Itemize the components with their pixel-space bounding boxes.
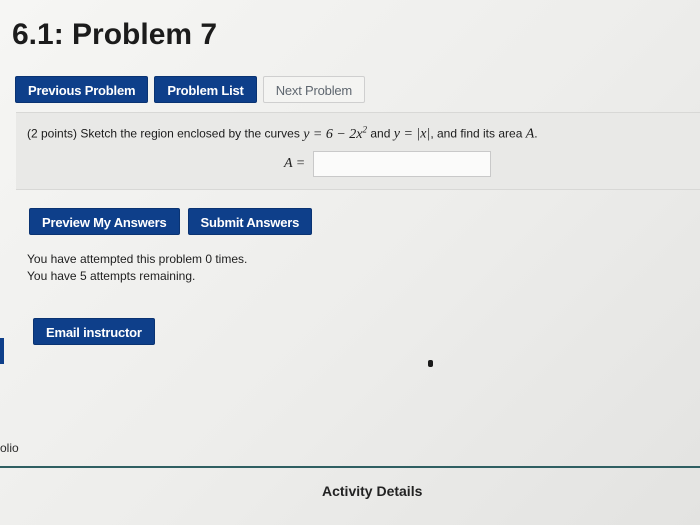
area-variable: A <box>525 126 535 142</box>
mouse-cursor-dot <box>428 360 433 367</box>
attempted-count-text: You have attempted this problem 0 times. <box>27 252 248 266</box>
answer-row: A = <box>284 151 492 177</box>
folio-label: olio <box>0 441 19 455</box>
problem-conjunction: and <box>370 126 391 141</box>
problem-statement-box: (2 points) Sketch the region enclosed by… <box>16 112 700 190</box>
problem-navigation: Previous Problem Problem List Next Probl… <box>15 76 366 103</box>
answer-label: A = <box>284 156 306 171</box>
answer-actions: Preview My Answers Submit Answers <box>29 208 313 235</box>
curve-2: y = |x| <box>393 126 431 142</box>
footer-divider <box>0 466 700 468</box>
previous-problem-button[interactable]: Previous Problem <box>15 76 149 103</box>
problem-outro: , and find its area <box>430 126 523 141</box>
problem-intro: Sketch the region enclosed by the curves <box>80 126 300 141</box>
curve-1-exponent: 2 <box>362 124 368 134</box>
curve-1: y = 6 − 2x2 <box>303 124 368 142</box>
curve-1-base: y = 6 − 2x <box>303 126 363 142</box>
next-problem-button[interactable]: Next Problem <box>262 76 366 103</box>
attempts-remaining-text: You have 5 attempts remaining. <box>27 269 196 283</box>
problem-text: (2 points) Sketch the region enclosed by… <box>27 124 538 143</box>
page-title: 6.1: Problem 7 <box>12 18 218 51</box>
answer-input[interactable] <box>313 151 492 177</box>
submit-answers-button[interactable]: Submit Answers <box>187 208 313 235</box>
preview-answers-button[interactable]: Preview My Answers <box>29 208 180 235</box>
email-instructor-button[interactable]: Email instructor <box>33 318 155 345</box>
activity-details-link[interactable]: Activity Details <box>322 483 422 499</box>
problem-list-button[interactable]: Problem List <box>154 76 257 103</box>
left-edge-marker <box>0 338 4 364</box>
problem-period: . <box>534 126 538 141</box>
attempts-status: You have attempted this problem 0 times.… <box>27 251 247 285</box>
problem-points: (2 points) <box>27 126 78 141</box>
